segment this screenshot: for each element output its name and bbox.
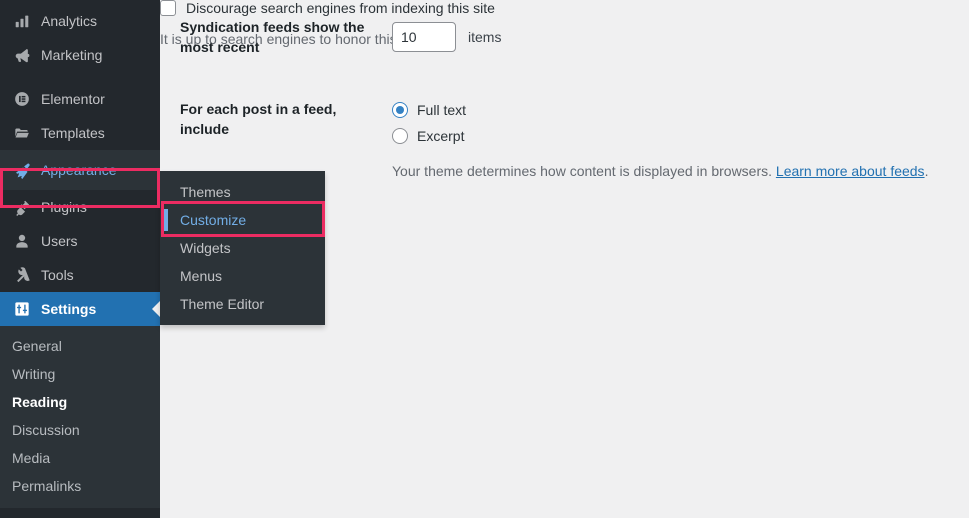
sidebar-subitem-label: Writing: [12, 366, 55, 382]
appearance-flyout-menu: Themes Customize Widgets Menus Theme Edi…: [160, 171, 325, 325]
radio-excerpt-input[interactable]: [392, 128, 408, 144]
feed-include-options: Full text Excerpt Your theme determines …: [392, 99, 950, 181]
posts-per-rss-input[interactable]: [392, 22, 456, 52]
admin-screen: Products Analytics Marketing: [0, 0, 969, 518]
sidebar-subitem-label: Reading: [12, 394, 67, 410]
sidebar-item-users[interactable]: Users: [0, 224, 160, 258]
feed-help-period: .: [925, 163, 929, 179]
tools-icon: [11, 265, 33, 285]
settings-icon: [11, 299, 33, 319]
sidebar-item-templates[interactable]: Templates: [0, 116, 160, 150]
learn-more-about-feeds-link[interactable]: Learn more about feeds: [776, 163, 925, 179]
sidebar-subitem-label: Permalinks: [12, 478, 81, 494]
sidebar-subitem-label: Discussion: [12, 422, 80, 438]
sidebar-subitem-label: General: [12, 338, 62, 354]
sidebar-item-appearance[interactable]: Appearance: [0, 150, 160, 190]
syndication-feeds-row: Syndication feeds show the most recent i…: [180, 17, 940, 57]
flyout-item-label: Menus: [180, 268, 222, 284]
sidebar-item-label: Marketing: [41, 46, 102, 64]
sidebar-subitem-general[interactable]: General: [0, 332, 160, 360]
elementor-icon: [11, 89, 33, 109]
sidebar-subitem-writing[interactable]: Writing: [0, 360, 160, 388]
syndication-feeds-field: items: [392, 17, 940, 52]
flyout-item-themes[interactable]: Themes: [160, 178, 325, 206]
sidebar-item-label: Templates: [41, 124, 105, 142]
feed-include-label: For each post in a feed, include: [180, 99, 392, 139]
sidebar-subitem-reading[interactable]: Reading: [0, 388, 160, 416]
discourage-search-engines-label: Discourage search engines from indexing …: [186, 0, 495, 16]
discourage-search-engines-option[interactable]: Discourage search engines from indexing …: [160, 0, 720, 16]
templates-icon: [11, 123, 33, 143]
sidebar-item-label: Products: [41, 0, 96, 1]
sidebar-item-label: Tools: [41, 266, 74, 284]
radio-full-text-input[interactable]: [392, 102, 408, 118]
radio-excerpt-label: Excerpt: [417, 128, 464, 144]
flyout-item-widgets[interactable]: Widgets: [160, 234, 325, 262]
flyout-item-theme-editor[interactable]: Theme Editor: [160, 290, 325, 318]
sidebar-item-label: Appearance: [41, 161, 117, 179]
settings-submenu: General Writing Reading Discussion Media…: [0, 326, 160, 508]
discourage-search-engines-checkbox[interactable]: [160, 0, 176, 16]
radio-option-full-text[interactable]: Full text: [392, 99, 950, 121]
sidebar-item-tools[interactable]: Tools: [0, 258, 160, 292]
flyout-item-label: Themes: [180, 184, 231, 200]
flyout-item-label: Customize: [180, 212, 246, 228]
flyout-item-menus[interactable]: Menus: [160, 262, 325, 290]
sidebar-subitem-label: Media: [12, 450, 50, 466]
admin-sidebar: Products Analytics Marketing: [0, 0, 160, 518]
sidebar-item-label: Settings: [41, 300, 96, 318]
radio-option-excerpt[interactable]: Excerpt: [392, 125, 950, 147]
sidebar-item-label: Users: [41, 232, 78, 250]
items-unit-label: items: [468, 29, 501, 45]
sidebar-subitem-media[interactable]: Media: [0, 444, 160, 472]
plugins-icon: [11, 197, 33, 217]
feed-help-sentence: Your theme determines how content is dis…: [392, 163, 776, 179]
sidebar-item-label: Analytics: [41, 12, 97, 30]
sidebar-item-elementor[interactable]: Elementor: [0, 82, 160, 116]
sidebar-current-arrow: [152, 301, 160, 317]
products-icon: [11, 0, 33, 2]
sidebar-item-label: Plugins: [41, 198, 87, 216]
feed-include-row: For each post in a feed, include Full te…: [180, 99, 950, 181]
sidebar-flyout-arrow: [152, 162, 160, 178]
appearance-icon: [11, 160, 33, 180]
sidebar-item-analytics[interactable]: Analytics: [0, 4, 160, 38]
flyout-item-customize[interactable]: Customize: [160, 206, 325, 234]
sidebar-item-plugins[interactable]: Plugins: [0, 190, 160, 224]
sidebar-item-label: Elementor: [41, 90, 105, 108]
radio-full-text-label: Full text: [417, 102, 466, 118]
marketing-icon: [11, 45, 33, 65]
sidebar-item-settings[interactable]: Settings: [0, 292, 160, 326]
sidebar-item-marketing[interactable]: Marketing: [0, 38, 160, 72]
users-icon: [11, 231, 33, 251]
sidebar-subitem-permalinks[interactable]: Permalinks: [0, 472, 160, 500]
analytics-icon: [11, 11, 33, 31]
sidebar-subitem-discussion[interactable]: Discussion: [0, 416, 160, 444]
flyout-item-label: Theme Editor: [180, 296, 264, 312]
flyout-item-label: Widgets: [180, 240, 231, 256]
feed-help-text: Your theme determines how content is dis…: [392, 161, 950, 181]
syndication-feeds-label: Syndication feeds show the most recent: [180, 17, 392, 57]
